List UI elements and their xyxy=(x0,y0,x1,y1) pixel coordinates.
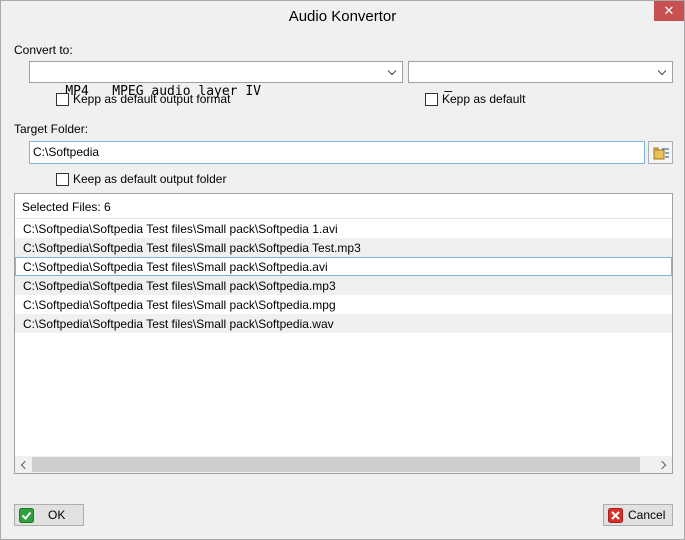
file-row[interactable]: C:\Softpedia\Softpedia Test files\Small … xyxy=(15,219,672,238)
window-title: Audio Konvertor xyxy=(288,8,397,25)
folder-browse-icon xyxy=(653,147,669,160)
file-row[interactable]: C:\Softpedia\Softpedia Test files\Small … xyxy=(15,238,672,257)
ok-button-label: OK xyxy=(48,508,66,522)
close-icon: ✕ xyxy=(663,3,675,18)
ok-button[interactable]: OK xyxy=(14,504,84,526)
browse-folder-button[interactable] xyxy=(648,141,673,164)
cancel-button-label: Cancel xyxy=(628,508,666,522)
scroll-left-icon[interactable] xyxy=(15,456,32,473)
default-folder-checkbox[interactable] xyxy=(56,172,69,186)
chevron-down-icon xyxy=(388,62,398,82)
file-row[interactable]: C:\Softpedia\Softpedia Test files\Small … xyxy=(15,295,672,314)
default-format-checkbox[interactable] xyxy=(56,92,69,106)
close-button[interactable]: ✕ xyxy=(654,1,684,21)
file-row[interactable]: C:\Softpedia\Softpedia Test files\Small … xyxy=(15,314,672,333)
audio-konvertor-window: Audio Konvertor ✕ Convert to: MP4 MPEG a… xyxy=(0,0,685,540)
file-rows: C:\Softpedia\Softpedia Test files\Small … xyxy=(15,219,672,333)
scrollbar-thumb[interactable] xyxy=(32,457,640,472)
target-folder-label: Target Folder: xyxy=(14,122,89,136)
file-row-selected[interactable]: C:\Softpedia\Softpedia Test files\Small … xyxy=(15,257,672,276)
chevron-down-icon xyxy=(658,62,668,82)
scroll-right-icon[interactable] xyxy=(655,456,672,473)
file-row[interactable]: C:\Softpedia\Softpedia Test files\Small … xyxy=(15,276,672,295)
default-folder-checkbox-label: Keep as default output folder xyxy=(73,172,227,186)
default-format-checkbox-row[interactable]: Kepp as default output format xyxy=(56,91,230,107)
default-folder-checkbox-row[interactable]: Keep as default output folder xyxy=(56,171,226,187)
selected-files-list[interactable]: Selected Files: 6 C:\Softpedia\Softpedia… xyxy=(14,193,673,474)
horizontal-scrollbar[interactable] xyxy=(15,456,672,473)
convert-to-label: Convert to: xyxy=(14,43,73,57)
format-select[interactable]: MP4 MPEG audio layer IV xyxy=(29,61,403,99)
title-bar: Audio Konvertor ✕ xyxy=(1,1,684,32)
check-icon xyxy=(19,508,34,523)
cancel-button[interactable]: Cancel xyxy=(603,504,673,526)
default-option-checkbox[interactable] xyxy=(425,92,438,106)
default-option-checkbox-row[interactable]: Kepp as default xyxy=(425,91,525,107)
selected-files-header: Selected Files: 6 xyxy=(15,194,672,219)
option-select[interactable]: – xyxy=(408,61,673,99)
target-folder-input[interactable]: C:\Softpedia xyxy=(29,141,645,164)
default-format-checkbox-label: Kepp as default output format xyxy=(73,92,231,106)
x-icon xyxy=(608,508,623,523)
default-option-checkbox-label: Kepp as default xyxy=(442,92,526,106)
